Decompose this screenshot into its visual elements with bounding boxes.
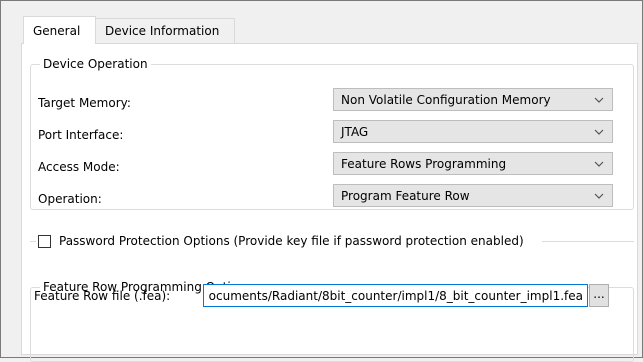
password-protection-row: Password Protection Options (Provide key… <box>38 229 628 253</box>
tab-device-information[interactable]: Device Information <box>96 18 235 43</box>
access-mode-label: Access Mode: <box>38 160 120 174</box>
chevron-down-icon <box>594 161 604 167</box>
target-memory-label: Target Memory: <box>38 96 131 110</box>
device-operation-title: Device Operation <box>40 57 151 72</box>
password-protection-checkbox[interactable] <box>38 234 51 248</box>
password-protection-label: Password Protection Options (Provide key… <box>59 234 524 248</box>
chevron-down-icon <box>594 129 604 135</box>
programming-options-dialog: General Device Information Device Operat… <box>0 0 643 362</box>
feature-row-file-input[interactable]: ocuments/Radiant/8bit_counter/impl1/8_bi… <box>203 284 588 307</box>
tab-general-label: General <box>33 23 81 38</box>
operation-select[interactable]: Program Feature Row <box>333 184 613 207</box>
access-mode-value: Feature Rows Programming <box>341 157 507 171</box>
port-interface-select[interactable]: JTAG <box>333 120 613 143</box>
port-interface-label: Port Interface: <box>38 128 124 142</box>
group-border <box>30 241 36 242</box>
target-memory-value: Non Volatile Configuration Memory <box>341 93 551 107</box>
tab-device-information-label: Device Information <box>105 24 220 38</box>
feature-row-file-value: ocuments/Radiant/8bit_counter/impl1/8_bi… <box>208 289 583 303</box>
target-memory-select[interactable]: Non Volatile Configuration Memory <box>333 88 613 111</box>
browse-button[interactable]: ... <box>589 284 609 307</box>
tab-general[interactable]: General <box>23 16 96 44</box>
access-mode-select[interactable]: Feature Rows Programming <box>333 152 613 175</box>
browse-button-label: ... <box>593 287 605 301</box>
chevron-down-icon <box>594 97 604 103</box>
operation-label: Operation: <box>38 192 102 206</box>
chevron-down-icon <box>594 193 604 199</box>
port-interface-value: JTAG <box>341 125 369 139</box>
general-tab-panel: Device Operation Target Memory: Non Vola… <box>21 43 638 362</box>
feature-row-file-label: Feature Row file (.fea): <box>34 289 171 303</box>
operation-value: Program Feature Row <box>341 189 470 203</box>
